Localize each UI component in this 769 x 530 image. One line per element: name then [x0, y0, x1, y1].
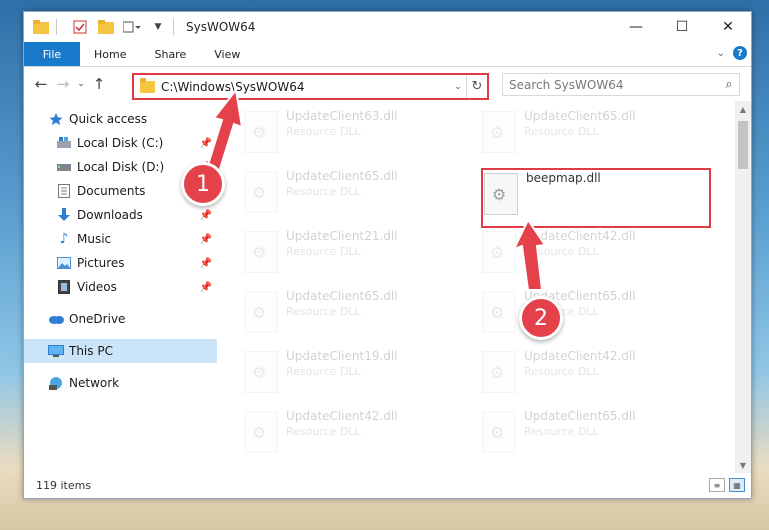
step-2-badge: 2 — [519, 296, 563, 340]
annotation-arrows — [205, 87, 547, 291]
step-1-badge: 1 — [181, 162, 225, 206]
